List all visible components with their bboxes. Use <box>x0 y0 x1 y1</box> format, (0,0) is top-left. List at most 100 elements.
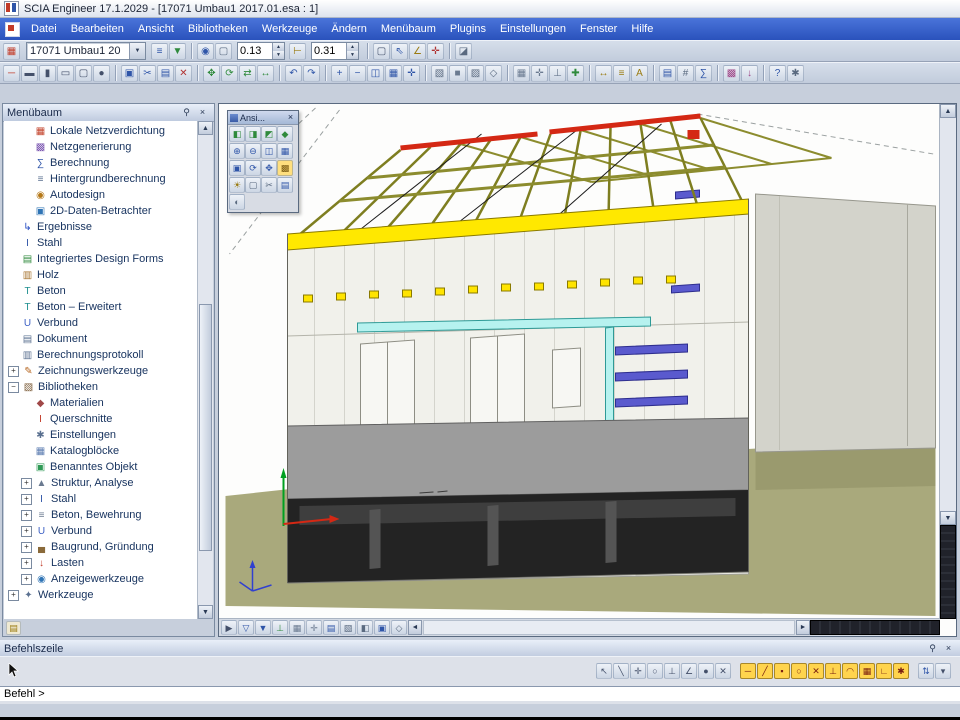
3d-model-canvas[interactable] <box>219 104 940 619</box>
tree-item[interactable]: ◉Autodesign <box>4 187 198 203</box>
beam-member-icon[interactable]: ▬ <box>21 65 38 82</box>
layer-filter-icon[interactable]: ≡ <box>151 43 168 60</box>
shaded-mode-icon[interactable]: ▼ <box>255 620 271 635</box>
zoom-selection-icon[interactable]: ▣ <box>229 160 245 176</box>
vscroll-down-icon[interactable]: ▼ <box>940 511 956 525</box>
tree-item[interactable]: ▥Berechnungsprotokoll <box>4 347 198 363</box>
menubaum-tab-icon[interactable]: ▤ <box>6 621 21 635</box>
opening-icon[interactable]: ▢ <box>75 65 92 82</box>
delete-icon[interactable]: ✕ <box>175 65 192 82</box>
expand-box-icon[interactable]: + <box>21 558 32 569</box>
expand-box-icon[interactable]: + <box>21 542 32 553</box>
tree-item[interactable]: TBeton – Erweitert <box>4 299 198 315</box>
tree-item[interactable]: ▣2D-Daten-Betrachter <box>4 203 198 219</box>
vscroll-thumb[interactable] <box>940 525 956 619</box>
snap-toggle-icon[interactable]: ✛ <box>306 620 322 635</box>
tree-item[interactable]: +↓Lasten <box>4 555 198 571</box>
menu-ansicht[interactable]: Ansicht <box>131 19 181 39</box>
wireframe-mode-icon[interactable]: ▽ <box>238 620 254 635</box>
tree-item[interactable]: ✱Einstellungen <box>4 427 198 443</box>
tree-item[interactable]: ↳Ergebnisse <box>4 219 198 235</box>
hscroll-track[interactable] <box>423 620 795 635</box>
command-close-icon[interactable]: × <box>941 641 956 656</box>
selection-mode-icon[interactable]: ▶ <box>221 620 237 635</box>
show-grid-icon[interactable]: ▦ <box>513 65 530 82</box>
snap-node-icon[interactable]: ▪ <box>774 663 790 679</box>
redo-icon[interactable]: ↷ <box>303 65 320 82</box>
snap-settings-icon[interactable]: ✱ <box>893 663 909 679</box>
hscroll-thumb[interactable] <box>810 620 940 635</box>
snap-mode-icon[interactable]: ✛ <box>531 65 548 82</box>
node-tool-icon[interactable]: ● <box>93 65 110 82</box>
results-view-icon[interactable]: ↓ <box>741 65 758 82</box>
pan-icon[interactable]: ✛ <box>403 65 420 82</box>
document-window-icon[interactable] <box>5 22 20 37</box>
section-plane-icon[interactable]: ✂ <box>261 177 277 193</box>
user-coordinate-system-icon[interactable]: ✛ <box>427 43 444 60</box>
tree-item[interactable]: ▤Integriertes Design Forms <box>4 251 198 267</box>
tree-item[interactable]: IStahl <box>4 235 198 251</box>
tree-scroll-thumb[interactable] <box>199 304 212 550</box>
move-icon[interactable]: ✥ <box>203 65 220 82</box>
menu-datei[interactable]: Datei <box>24 19 64 39</box>
undo-icon[interactable]: ↶ <box>285 65 302 82</box>
tree-item[interactable]: −▧Bibliotheken <box>4 379 198 395</box>
menu-einstellungen[interactable]: Einstellungen <box>493 19 573 39</box>
line-grid-icon[interactable]: ─ <box>3 65 20 82</box>
dimension-tool-icon[interactable]: ↔ <box>595 65 612 82</box>
clipping-box-icon[interactable]: ▢ <box>245 177 261 193</box>
visibility-state-icon[interactable]: ◉ <box>197 43 214 60</box>
expand-box-icon[interactable]: + <box>21 478 32 489</box>
text-label-tool-icon[interactable]: A <box>631 65 648 82</box>
annotation-tool-icon[interactable]: ≡ <box>613 65 630 82</box>
combo-dropdown-icon[interactable]: ▼ <box>129 43 145 59</box>
snap-cross-icon[interactable]: ✛ <box>630 663 646 679</box>
scale-input-1[interactable] <box>238 43 272 59</box>
property-table-icon[interactable]: # <box>677 65 694 82</box>
selection-mode-icon[interactable]: ▢ <box>215 43 232 60</box>
tree-item[interactable]: ∑Berechnung <box>4 155 198 171</box>
menu-bibliotheken[interactable]: Bibliotheken <box>181 19 255 39</box>
snap-perpendicular-icon[interactable]: ⊥ <box>825 663 841 679</box>
hscroll-left-icon[interactable]: ◄ <box>408 620 422 635</box>
collapse-box-icon[interactable]: − <box>8 382 19 393</box>
snap-endpoint-icon[interactable]: ╱ <box>757 663 773 679</box>
zoom-rectangle-icon[interactable]: ◫ <box>367 65 384 82</box>
spin2-up-icon[interactable]: ▲ <box>347 43 358 51</box>
scale-ruler-icon[interactable]: ⊢ <box>289 43 306 60</box>
mesh-view-icon[interactable]: ▩ <box>723 65 740 82</box>
ortho-mode-icon[interactable]: ⊥ <box>549 65 566 82</box>
menu-menuebaum[interactable]: Menübaum <box>374 19 443 39</box>
shaded-render-icon[interactable]: ■ <box>449 65 466 82</box>
calculator-icon[interactable]: ∑ <box>695 65 712 82</box>
tree-item[interactable]: ◆Materialien <box>4 395 198 411</box>
show-grid-icon[interactable]: ▦ <box>289 620 305 635</box>
zoom-increase-icon[interactable]: + <box>331 65 348 82</box>
snap-filter-icon[interactable]: ▾ <box>935 663 951 679</box>
tree-item[interactable]: IQuerschnitte <box>4 411 198 427</box>
tree-item[interactable]: +≡Beton, Bewehrung <box>4 507 198 523</box>
view-parameters-icon[interactable]: ▤ <box>277 177 293 193</box>
snap-midpoint-icon[interactable]: ─ <box>740 663 756 679</box>
tree-item[interactable]: ▥Holz <box>4 267 198 283</box>
tree-item[interactable]: +▲Struktur, Analyse <box>4 475 198 491</box>
tree-item[interactable]: +✦Werkzeuge <box>4 587 198 603</box>
mirror-icon[interactable]: ⇄ <box>239 65 256 82</box>
rotate-icon[interactable]: ⟳ <box>221 65 238 82</box>
layer-manager-icon[interactable]: ▤ <box>659 65 676 82</box>
command-input[interactable]: Befehl > <box>0 686 960 701</box>
cut-icon[interactable]: ✂ <box>139 65 156 82</box>
scale-input-2[interactable] <box>312 43 346 59</box>
zoom-window-icon[interactable]: ◫ <box>261 143 277 159</box>
expand-box-icon[interactable]: + <box>21 494 32 505</box>
expand-box-icon[interactable]: + <box>21 510 32 521</box>
tree-item[interactable]: ▤Dokument <box>4 331 198 347</box>
clipboard-new-icon[interactable]: ▢ <box>373 43 390 60</box>
light-settings-icon[interactable]: ☀ <box>229 177 245 193</box>
zoom-out-icon[interactable]: ⊖ <box>245 143 261 159</box>
tree-item[interactable]: +▄Baugrund, Gründung <box>4 539 198 555</box>
perspective-view-icon[interactable]: ◇ <box>391 620 407 635</box>
help-icon[interactable]: ? <box>769 65 786 82</box>
walk-mode-icon[interactable]: ▩ <box>277 160 293 176</box>
tree-scroll-track[interactable] <box>198 135 213 605</box>
